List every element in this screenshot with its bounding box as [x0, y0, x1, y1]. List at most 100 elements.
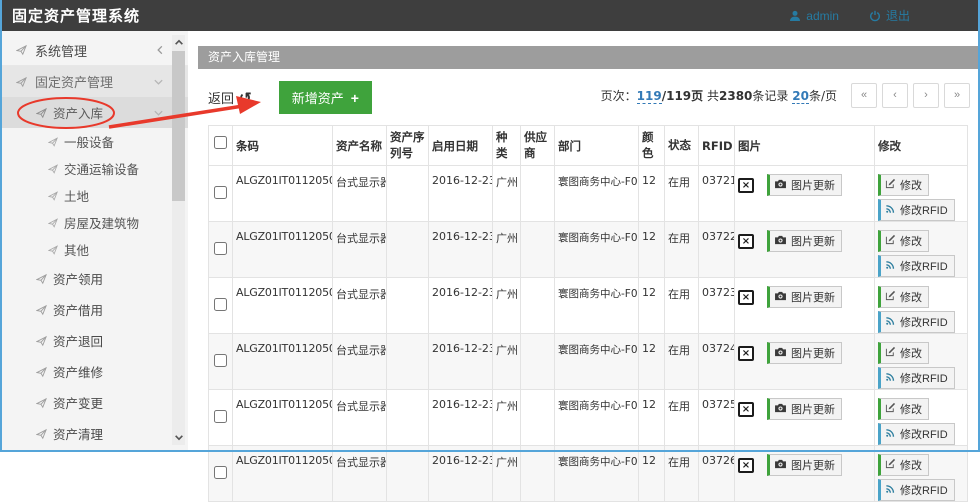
sidebar-item-system-management[interactable]: 系统管理 [2, 35, 188, 66]
edit-rfid-button[interactable]: 修改RFID [878, 311, 955, 333]
user-menu-link[interactable]: admin [789, 9, 839, 23]
edit-rfid-button[interactable]: 修改RFID [878, 479, 955, 501]
camera-icon [774, 347, 787, 360]
logout-link[interactable]: 退出 [869, 7, 910, 24]
cell-serial [387, 166, 429, 222]
plus-icon: + [351, 91, 359, 105]
back-button[interactable]: 返回 ↺ [208, 88, 252, 107]
col-status: 状态 [665, 126, 699, 166]
cell-name: 台式显示器 [333, 390, 387, 446]
sidebar-item-transport-equipment[interactable]: 交通运输设备 [2, 155, 188, 182]
col-rfid: RFID [699, 126, 735, 166]
cell-color: 12 [639, 222, 665, 278]
table-header-row: 条码 资产名称 资产序列号 启用日期 种类 供应商 部门 颜色 状态 RFID … [209, 126, 968, 166]
nav-plane-icon [36, 304, 47, 315]
row-checkbox[interactable] [214, 354, 227, 367]
cell-supplier [521, 390, 555, 446]
image-update-button[interactable]: 图片更新 [767, 454, 842, 476]
image-update-button[interactable]: 图片更新 [767, 174, 842, 196]
cell-barcode: ALGZ01IT0112050018 [233, 390, 333, 446]
rfid-signal-icon [885, 427, 896, 441]
select-all-checkbox[interactable] [214, 136, 227, 149]
pager-next-button[interactable]: › [913, 83, 939, 108]
edit-button[interactable]: 修改 [878, 230, 929, 252]
sidebar-nav: 系统管理 固定资产管理 资产入库 一般设备 交通运输设备 土地 房屋及建筑物 [2, 31, 188, 450]
sidebar-item-asset-cleanup[interactable]: 资产清理 [2, 418, 188, 449]
table-row: ALGZ01IT0112050017 台式显示器 2016-12-23 广州 寰… [209, 334, 968, 390]
undo-icon: ↺ [239, 89, 252, 107]
edit-button[interactable]: 修改 [878, 398, 929, 420]
edit-button[interactable]: 修改 [878, 286, 929, 308]
cell-serial [387, 334, 429, 390]
edit-icon [885, 402, 896, 416]
cell-barcode: ALGZ01IT0112050019 [233, 446, 333, 502]
pager-first-button[interactable]: « [851, 83, 877, 108]
pager-prev-button[interactable]: ‹ [882, 83, 908, 108]
image-update-button[interactable]: 图片更新 [767, 342, 842, 364]
edit-rfid-button[interactable]: 修改RFID [878, 199, 955, 221]
scrollbar-thumb[interactable] [172, 51, 185, 201]
edit-button[interactable]: 修改 [878, 174, 929, 196]
sidebar-item-land[interactable]: 土地 [2, 182, 188, 209]
sidebar-item-accessory-change[interactable]: 附属设备变更 [2, 449, 188, 450]
pager-last-button[interactable]: » [944, 83, 970, 108]
col-department: 部门 [555, 126, 639, 166]
image-update-button[interactable]: 图片更新 [767, 230, 842, 252]
cell-serial [387, 390, 429, 446]
sidebar-item-asset-borrow[interactable]: 资产借用 [2, 294, 188, 325]
sidebar-item-general-equipment[interactable]: 一般设备 [2, 128, 188, 155]
edit-button[interactable]: 修改 [878, 454, 929, 476]
row-checkbox[interactable] [214, 466, 227, 479]
edit-button[interactable]: 修改 [878, 342, 929, 364]
image-update-button[interactable]: 图片更新 [767, 398, 842, 420]
broken-image-icon: × [738, 178, 754, 193]
edit-rfid-button[interactable]: 修改RFID [878, 423, 955, 445]
edit-icon [885, 290, 896, 304]
cell-serial [387, 222, 429, 278]
col-modify: 修改 [875, 126, 968, 166]
col-supplier: 供应商 [521, 126, 555, 166]
camera-icon [774, 459, 787, 472]
sidebar-item-asset-return[interactable]: 资产退回 [2, 325, 188, 356]
cell-rfid: 03726 [699, 446, 735, 502]
row-checkbox[interactable] [214, 410, 227, 423]
row-checkbox[interactable] [214, 242, 227, 255]
col-category: 种类 [493, 126, 521, 166]
current-page-link[interactable]: 119 [637, 89, 662, 104]
cell-date: 2016-12-23 [429, 166, 493, 222]
cell-department: 寰图商务中心-F08 [555, 334, 639, 390]
chevron-down-icon [153, 78, 164, 86]
sidebar-item-other[interactable]: 其他 [2, 236, 188, 263]
page-size-link[interactable]: 20 [792, 89, 809, 104]
sidebar-item-asset-repair[interactable]: 资产维修 [2, 356, 188, 387]
row-checkbox[interactable] [214, 298, 227, 311]
cell-supplier [521, 278, 555, 334]
nav-plane-icon [16, 76, 27, 87]
cell-date: 2016-12-23 [429, 390, 493, 446]
scroll-down-icon[interactable] [172, 430, 185, 445]
cell-status: 在用 [665, 334, 699, 390]
cell-supplier [521, 334, 555, 390]
nav-plane-icon [36, 366, 47, 377]
cell-status: 在用 [665, 446, 699, 502]
cell-status: 在用 [665, 222, 699, 278]
scroll-up-icon[interactable] [172, 35, 185, 50]
sidebar-item-asset-inbound[interactable]: 资产入库 [2, 97, 188, 128]
sidebar-item-buildings[interactable]: 房屋及建筑物 [2, 209, 188, 236]
pagination: 页次：119/119页 共2380条记录 20条/页 « ‹ › » [601, 83, 970, 108]
edit-rfid-button[interactable]: 修改RFID [878, 255, 955, 277]
cell-serial [387, 446, 429, 502]
camera-icon [774, 235, 787, 248]
sidebar-item-fixed-asset-management[interactable]: 固定资产管理 [2, 66, 188, 97]
cell-barcode: ALGZ01IT0112050016 [233, 278, 333, 334]
row-checkbox[interactable] [214, 186, 227, 199]
add-asset-button[interactable]: 新增资产 + [279, 81, 372, 114]
edit-rfid-button[interactable]: 修改RFID [878, 367, 955, 389]
edit-icon [885, 458, 896, 472]
image-update-button[interactable]: 图片更新 [767, 286, 842, 308]
user-label: admin [806, 9, 839, 23]
cell-color: 12 [639, 166, 665, 222]
sidebar-item-asset-change[interactable]: 资产变更 [2, 387, 188, 418]
sidebar-scrollbar[interactable] [172, 35, 185, 445]
sidebar-item-asset-requisition[interactable]: 资产领用 [2, 263, 188, 294]
